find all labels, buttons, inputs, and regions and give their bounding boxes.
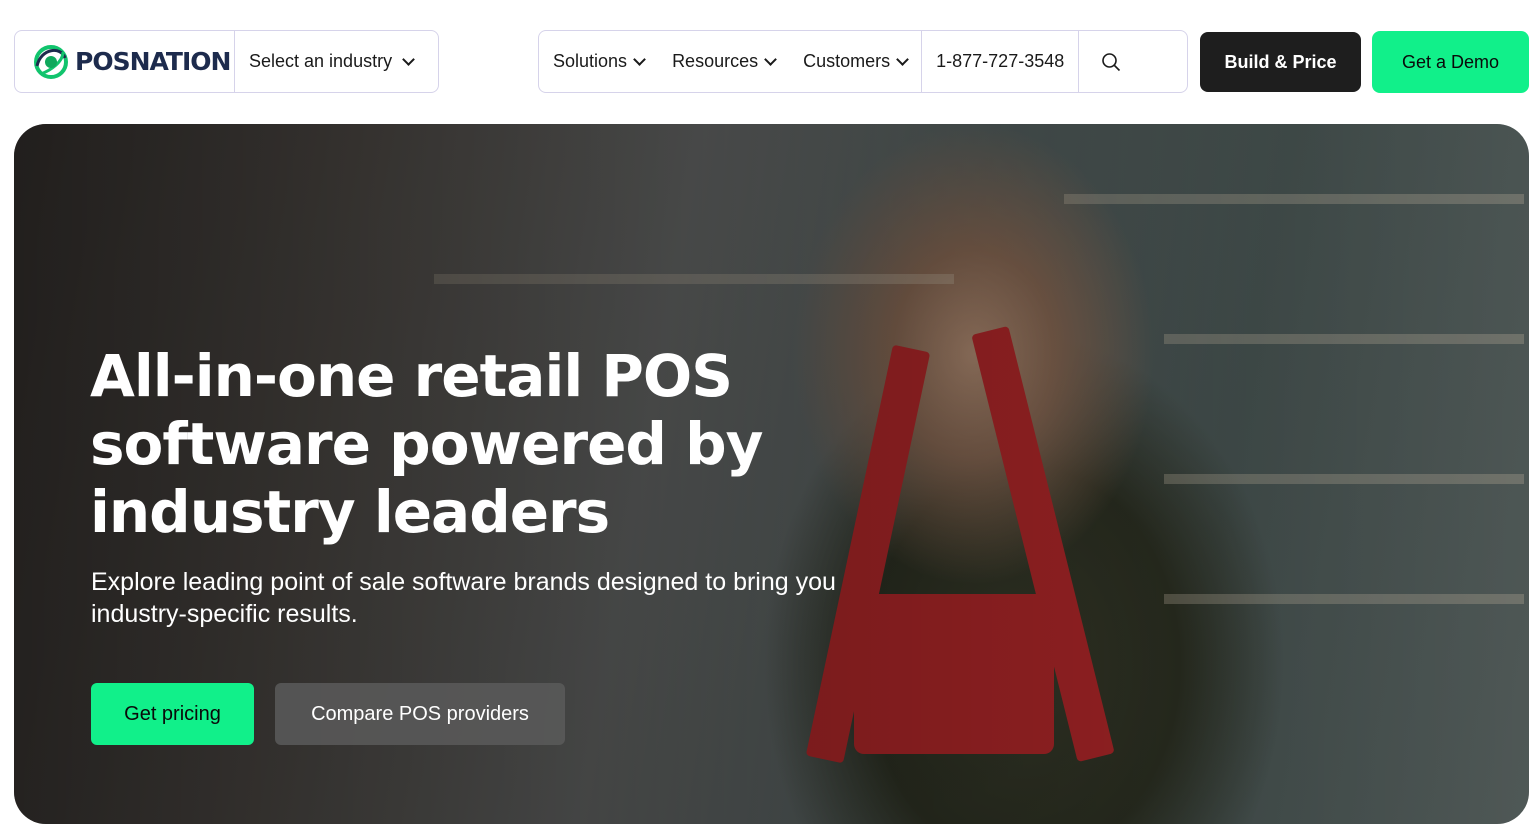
chevron-down-icon	[896, 52, 910, 66]
logo-industry-group: POSNATION Select an industry	[14, 30, 439, 93]
main-menu: Solutions Resources Customers 1-877-727-…	[538, 30, 1188, 93]
get-pricing-button[interactable]: Get pricing	[91, 683, 254, 745]
menu-customers-label: Customers	[803, 51, 891, 71]
globe-logo-icon	[34, 44, 68, 79]
logo[interactable]: POSNATION	[15, 31, 235, 92]
industry-select-label: Select an industry	[249, 51, 393, 71]
build-price-button[interactable]: Build & Price	[1200, 32, 1361, 92]
hero-subtitle: Explore leading point of sale software b…	[91, 568, 836, 628]
get-demo-button[interactable]: Get a Demo	[1372, 31, 1529, 93]
chevron-down-icon	[764, 52, 777, 66]
menu-solutions-label: Solutions	[553, 51, 628, 71]
hero-banner: All-in-one retail POS software powered b…	[14, 124, 1529, 824]
menu-customers[interactable]: Customers	[789, 31, 921, 92]
hero-title: All-in-one retail POS software powered b…	[90, 342, 763, 546]
phone-link[interactable]: 1-877-727-3548	[921, 31, 1078, 92]
menu-resources-label: Resources	[672, 51, 759, 71]
menu-resources[interactable]: Resources	[658, 31, 789, 92]
chevron-down-icon	[633, 52, 646, 66]
search-button[interactable]	[1078, 31, 1142, 92]
menu-solutions[interactable]: Solutions	[539, 31, 658, 92]
industry-select[interactable]: Select an industry	[235, 31, 438, 92]
compare-providers-button[interactable]: Compare POS providers	[275, 683, 565, 745]
chevron-down-icon	[402, 52, 415, 66]
search-icon	[1101, 52, 1120, 71]
logo-text: POSNATION	[75, 47, 231, 76]
